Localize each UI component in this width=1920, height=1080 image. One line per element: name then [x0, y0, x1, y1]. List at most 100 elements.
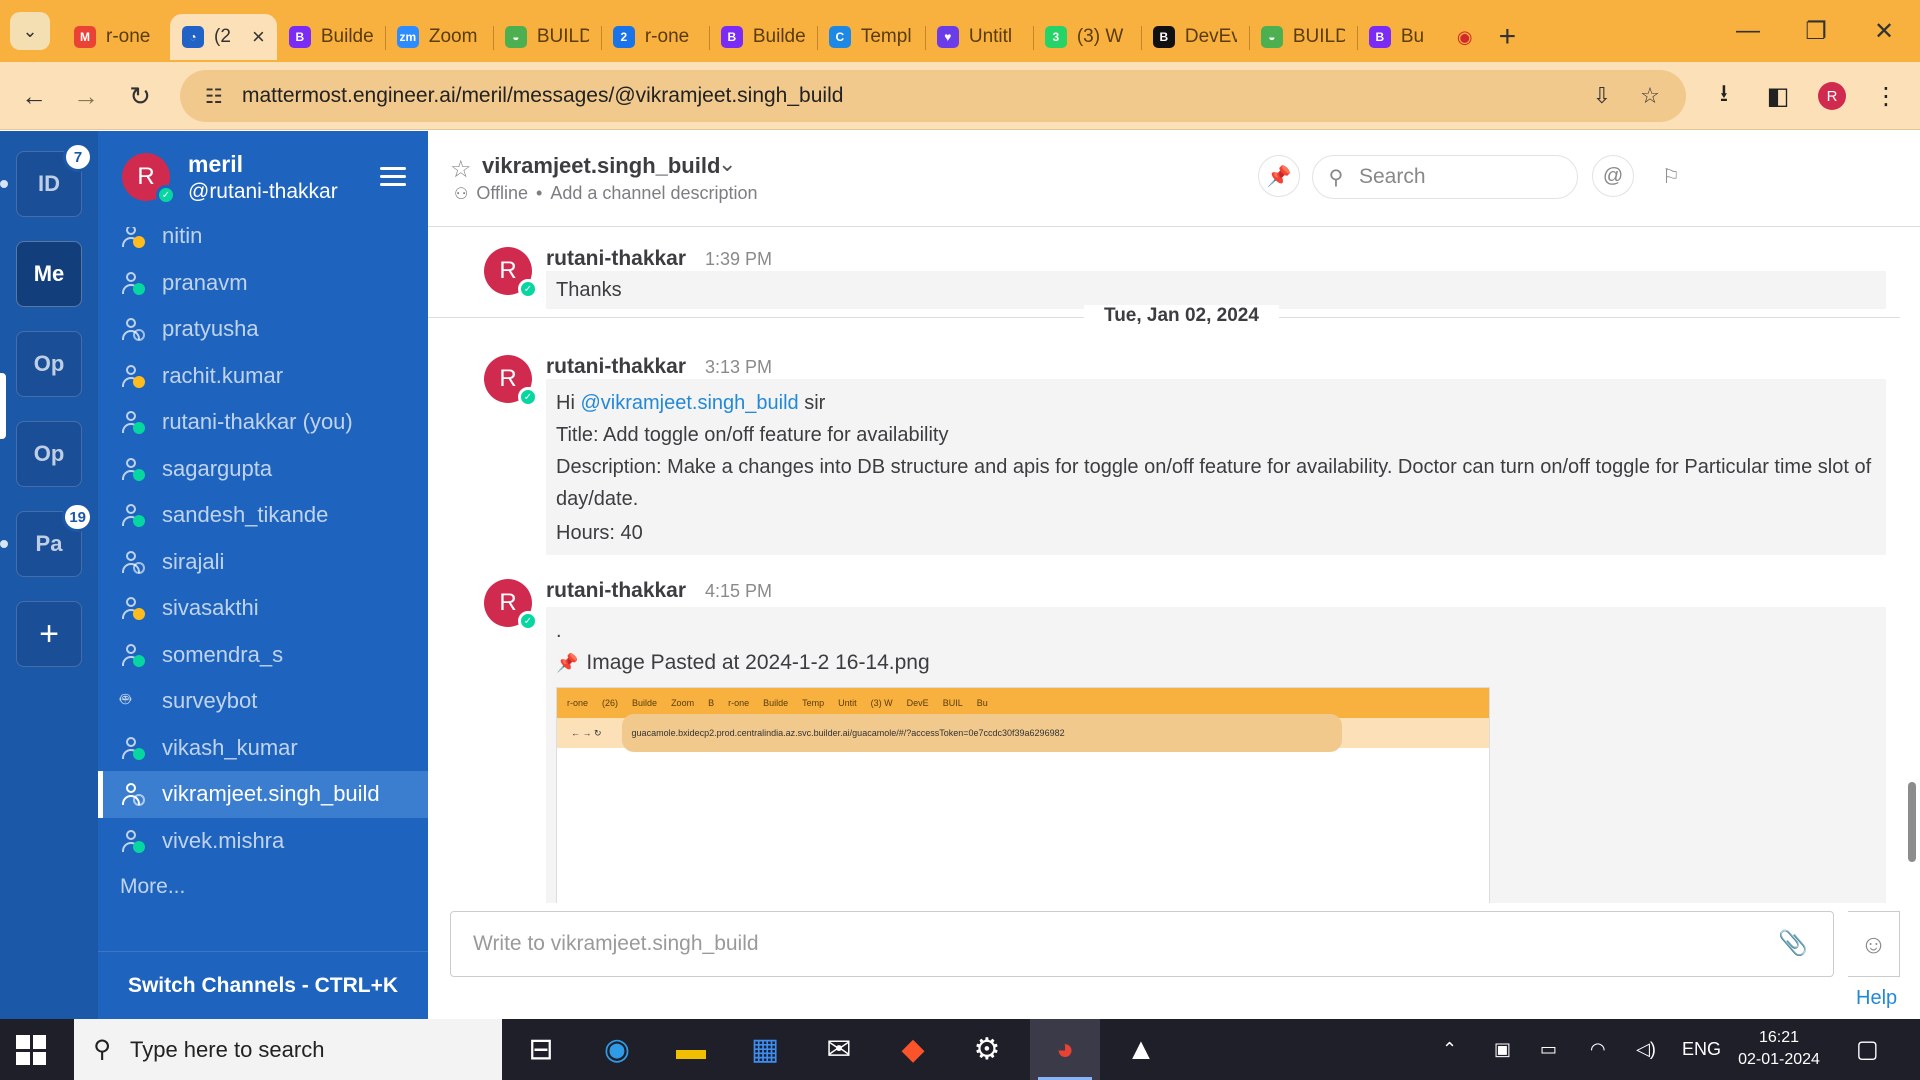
tab-favicon-icon: B — [288, 26, 311, 48]
settings-gear-icon[interactable]: ⚙ — [952, 1019, 1022, 1080]
sidebar-item-sagargupta[interactable]: sagargupta — [98, 446, 428, 493]
sidebar-item-somendra-s[interactable]: somendra_s — [98, 632, 428, 679]
post-message: . 📌 Image Pasted at 2024-1-2 16-14.png r… — [546, 607, 1886, 903]
task-view-icon[interactable]: ⊟ — [506, 1019, 576, 1080]
browser-tab[interactable]: B Builde — [277, 14, 385, 60]
network-wifi-icon[interactable]: ◠ — [1590, 1019, 1606, 1080]
browser-tab[interactable]: B DevEv — [1140, 14, 1249, 60]
browser-tab[interactable]: ◒ BUILD — [1248, 14, 1357, 60]
more-direct-messages-link[interactable]: More... — [98, 864, 428, 910]
browser-tab[interactable]: Mr-one — [62, 14, 170, 60]
pinned-messages-icon[interactable]: 📌 — [1258, 155, 1300, 197]
sidebar-item-sandesh-tikande[interactable]: sandesh_tikande — [98, 492, 428, 539]
back-icon[interactable]: ← — [14, 76, 54, 116]
site-settings-icon[interactable]: ☷ — [192, 84, 236, 109]
post-author[interactable]: rutani-thakkar — [546, 579, 686, 603]
battery-icon[interactable]: ▭ — [1540, 1019, 1557, 1080]
post-time[interactable]: 4:15 PM — [705, 581, 772, 602]
sidebar-item-surveybot[interactable]: 🤖︎ surveybot — [98, 678, 428, 725]
browser-tab[interactable]: ◔ (2 × — [170, 14, 277, 60]
notifications-icon[interactable]: ▢ — [1856, 1019, 1879, 1080]
saved-messages-flag-icon[interactable]: ⚐ — [1650, 155, 1692, 197]
close-window-icon[interactable]: ✕ — [1850, 0, 1918, 62]
photos-icon[interactable]: ▲ — [1106, 1019, 1176, 1080]
sidebar-item-vikramjeet-singh-build[interactable]: vikramjeet.singh_build — [98, 771, 428, 818]
switch-channels-button[interactable]: Switch Channels - CTRL+K — [98, 951, 428, 1019]
browser-tab[interactable]: B Builde — [708, 14, 817, 60]
post-author[interactable]: rutani-thakkar — [546, 247, 686, 271]
channel-title[interactable]: vikramjeet.singh_build — [482, 153, 720, 179]
minimize-icon[interactable]: — — [1714, 0, 1782, 62]
attachment-filename[interactable]: Image Pasted at 2024-1-2 16-14.png — [586, 647, 929, 679]
browser-tab[interactable]: B Bu ◉ — [1356, 14, 1485, 60]
browser-tab[interactable]: ♥ Untitl — [924, 14, 1033, 60]
team-button[interactable]: Me — [16, 241, 82, 307]
message-input[interactable]: Write to vikramjeet.singh_build — [450, 911, 1834, 977]
microsoft-store-icon[interactable]: ▦ — [730, 1019, 800, 1080]
post-author[interactable]: rutani-thakkar — [546, 355, 686, 379]
address-bar[interactable]: ☷ mattermost.engineer.ai/meril/messages/… — [180, 70, 1686, 122]
browser-menu-icon[interactable]: ⋮ — [1866, 76, 1906, 116]
image-preview[interactable]: r-one (26) Builde Zoom Br-one Builde Temp Untit… — [556, 687, 1490, 903]
browser-tab[interactable]: 3 (3) W — [1032, 14, 1141, 60]
add-channel-description-link[interactable]: Add a channel description — [550, 183, 757, 204]
user-mention-link[interactable]: @vikramjeet.singh_build — [580, 392, 798, 414]
chevron-down-icon[interactable]: ⌄ — [718, 151, 736, 177]
mentions-icon[interactable]: @ — [1592, 155, 1634, 197]
system-clock[interactable]: 16:21 02-01-2024 — [1734, 1027, 1824, 1071]
browser-tab[interactable]: zm Zoom — [384, 14, 493, 60]
mail-icon[interactable]: ✉ — [804, 1019, 874, 1080]
post-time[interactable]: 1:39 PM — [705, 249, 772, 270]
reload-icon[interactable]: ↻ — [120, 76, 160, 116]
sidebar-item-pranavm[interactable]: pranavm — [98, 260, 428, 307]
close-tab-icon[interactable]: × — [252, 24, 265, 50]
sidebar-item-sirajali[interactable]: sirajali — [98, 539, 428, 586]
taskbar-search-input[interactable]: ⚲ Type here to search — [74, 1019, 502, 1080]
tab-search-dropdown-button[interactable]: ⌄ — [10, 12, 50, 50]
sidebar-item-sivasakthi[interactable]: sivasakthi — [98, 585, 428, 632]
add-team-button[interactable]: + — [16, 601, 82, 667]
post-list-scrollbar[interactable] — [1906, 227, 1918, 903]
attachment[interactable]: 📌 Image Pasted at 2024-1-2 16-14.png — [556, 647, 1876, 679]
sidebar-item-rutani-thakkar-you-[interactable]: rutani-thakkar (you) — [98, 399, 428, 446]
meet-now-icon[interactable]: ▣ — [1494, 1019, 1511, 1080]
volume-icon[interactable]: ◁) — [1636, 1019, 1656, 1080]
install-app-icon[interactable]: ⇩ — [1580, 70, 1624, 122]
side-panel-icon[interactable]: ◧ — [1758, 76, 1798, 116]
sidebar-item-vikash-kumar[interactable]: vikash_kumar — [98, 725, 428, 772]
scrollbar-thumb[interactable] — [1908, 782, 1916, 862]
downloads-icon[interactable]: ⭳ — [1704, 76, 1744, 116]
forward-icon[interactable]: → — [66, 76, 106, 116]
help-link[interactable]: Help — [1856, 987, 1897, 1010]
restore-icon[interactable]: ❐ — [1782, 0, 1850, 62]
sidebar-item-pratyusha[interactable]: pratyusha — [98, 306, 428, 353]
file-explorer-icon[interactable]: ▬ — [656, 1019, 726, 1080]
bookmark-star-icon[interactable]: ☆ — [1628, 70, 1672, 122]
browser-tab[interactable]: C Templ — [816, 14, 925, 60]
brave-browser-icon[interactable]: ◆ — [878, 1019, 948, 1080]
emoji-picker-icon[interactable]: ☺ — [1848, 911, 1900, 977]
browser-tab[interactable]: 2 r-one — [600, 14, 709, 60]
post-time[interactable]: 3:13 PM — [705, 357, 772, 378]
edge-browser-icon[interactable]: ◉ — [582, 1019, 652, 1080]
new-tab-button[interactable]: + — [1485, 14, 1531, 60]
sidebar-item-rachit-kumar[interactable]: rachit.kumar — [98, 353, 428, 400]
main-menu-icon[interactable] — [380, 167, 406, 187]
profile-avatar[interactable]: R — [1812, 76, 1852, 116]
search-input[interactable]: ⚲ Search — [1312, 155, 1578, 199]
team-button[interactable]: Op — [16, 421, 82, 487]
input-language[interactable]: ENG — [1682, 1019, 1721, 1080]
team-button[interactable]: Pa 19 — [16, 502, 93, 577]
chrome-browser-icon[interactable]: ◕ — [1030, 1019, 1100, 1080]
sidebar-item-vivek-mishra[interactable]: vivek.mishra — [98, 818, 428, 865]
online-status-icon: ✓ — [518, 611, 538, 631]
url-text[interactable]: mattermost.engineer.ai/meril/messages/@v… — [242, 84, 843, 108]
team-button[interactable]: ID 7 — [16, 142, 93, 217]
sidebar-header[interactable]: R ✓ meril @rutani-thakkar — [98, 131, 428, 227]
windows-start-icon[interactable] — [16, 1035, 46, 1065]
browser-tab[interactable]: ◒ BUILD — [492, 14, 601, 60]
paperclip-icon[interactable]: 📎 — [1778, 929, 1808, 958]
show-hidden-icons-chevron-up-icon[interactable]: ⌃ — [1442, 1019, 1457, 1080]
team-button[interactable]: Op — [16, 331, 82, 397]
favorite-star-icon[interactable]: ☆ — [450, 155, 472, 184]
